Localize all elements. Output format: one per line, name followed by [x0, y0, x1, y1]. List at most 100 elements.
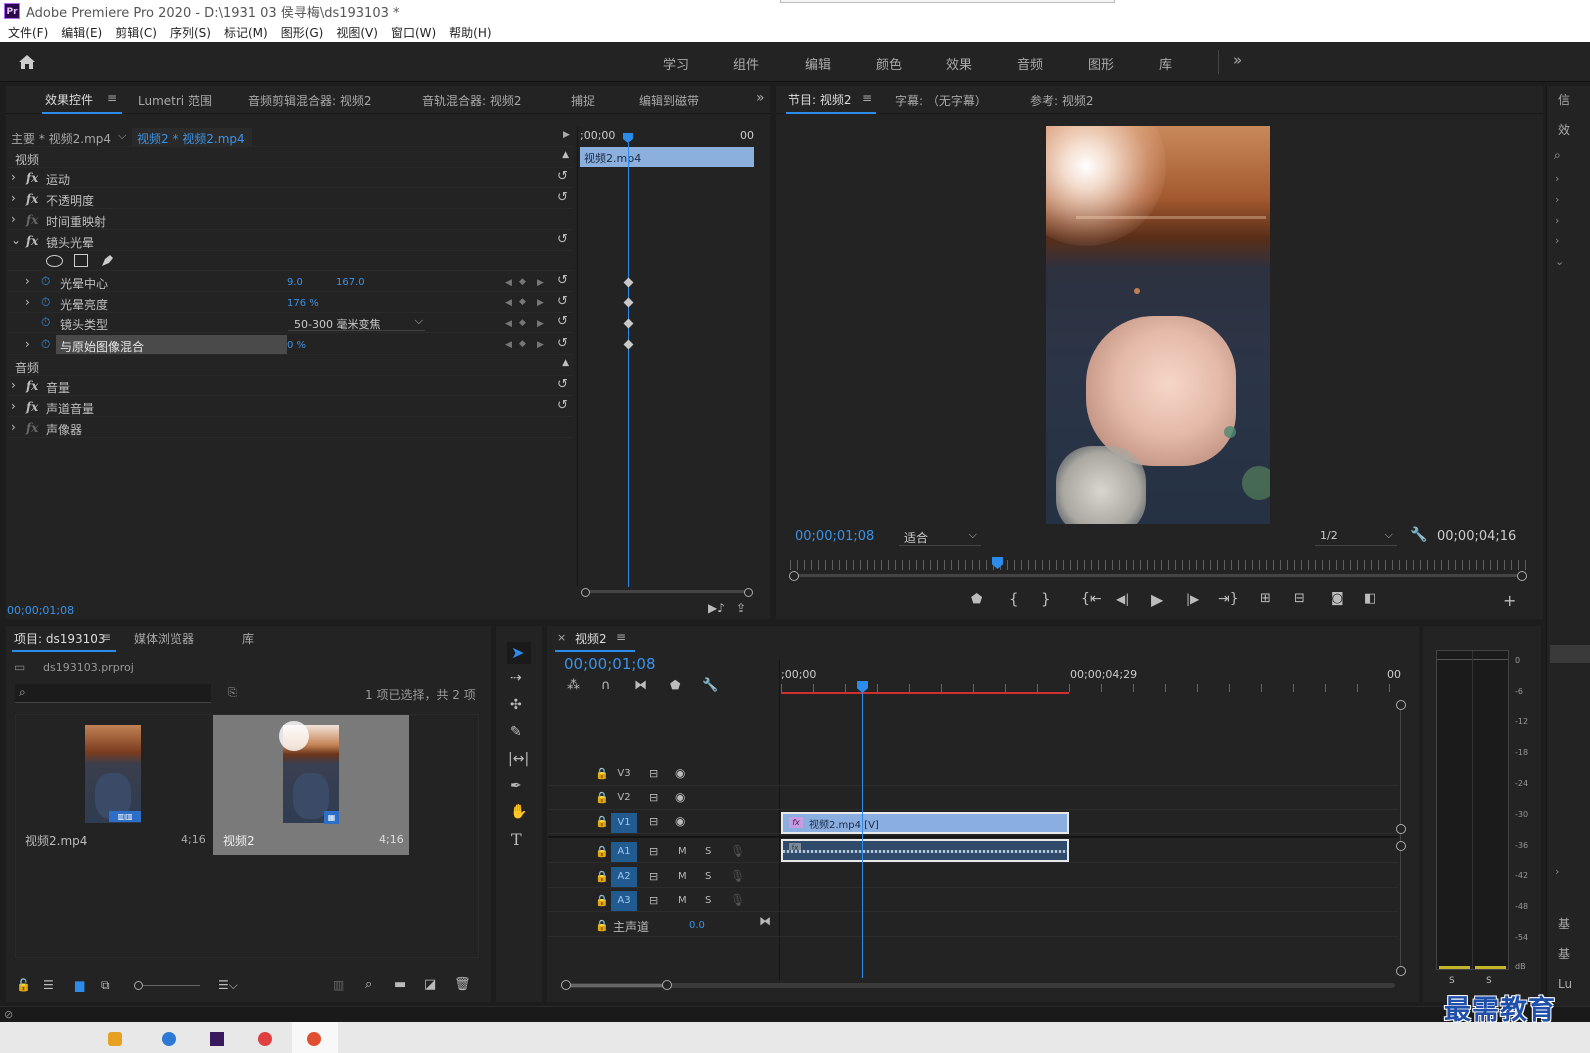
menu-markers[interactable]: 标记(M) — [224, 24, 268, 41]
stopwatch-icon[interactable]: ⏱ — [41, 295, 50, 310]
trash-icon[interactable]: 🗑 — [454, 977, 471, 992]
sync-lock-icon[interactable]: ⊟ — [649, 815, 658, 828]
pen-mask-icon[interactable] — [100, 253, 115, 268]
overwrite-icon[interactable]: ⊟ — [1294, 591, 1305, 606]
timeline-timecode[interactable]: 00;00;01;08 — [564, 655, 656, 673]
solo-button[interactable]: S — [705, 871, 711, 882]
zoom-slider-handle[interactable] — [134, 981, 143, 990]
sync-lock-icon[interactable]: ⊟ — [649, 767, 658, 780]
menu-edit[interactable]: 编辑(E) — [61, 24, 102, 41]
taskbar-premiere-icon[interactable] — [210, 1032, 224, 1046]
workspace-graphics[interactable]: 图形 — [1088, 54, 1114, 73]
upper-tabs-more-button[interactable]: » — [756, 90, 765, 106]
camera-icon[interactable]: ◙ — [1331, 591, 1344, 606]
right-scroll-thumb[interactable] — [1550, 645, 1590, 663]
find-icon[interactable]: ⌕ — [365, 977, 372, 992]
reset-icon[interactable]: ↺ — [557, 336, 568, 351]
right-tab-lumetri[interactable]: Lu — [1558, 977, 1572, 991]
microphone-icon[interactable]: 🎙 — [730, 869, 745, 883]
tab-program-monitor[interactable]: 节目: 视频2 — [788, 91, 852, 108]
freeform-view-icon[interactable]: ⧉ — [101, 978, 110, 993]
slip-tool-icon[interactable]: |↔| — [508, 751, 529, 767]
tab-reference[interactable]: 参考: 视频2 — [1030, 92, 1094, 109]
effect-volume[interactable]: › fx 音量 — [8, 376, 573, 396]
prev-keyframe-icon[interactable]: ◀ — [505, 319, 512, 329]
play-audio-icon[interactable]: ▶♪ — [708, 601, 725, 615]
hand-tool-icon[interactable]: ✋ — [510, 804, 527, 820]
right-tab-effects[interactable]: 效 — [1558, 121, 1570, 138]
effect-opacity[interactable]: › fx 不透明度 — [8, 189, 573, 209]
right-tab-essential-1[interactable]: 基 — [1558, 915, 1570, 932]
track-label-v3[interactable]: V3 — [611, 764, 637, 784]
project-item-sequence[interactable]: ▦ 视频2 4;16 — [213, 715, 409, 855]
comparison-view-icon[interactable]: ◧ — [1364, 591, 1376, 606]
sync-lock-icon[interactable]: ⊟ — [649, 870, 658, 883]
effect-controls-mini-timeline[interactable] — [577, 127, 755, 587]
right-collapse-arrow-icon[interactable]: ⌄ — [1555, 255, 1564, 268]
eye-icon[interactable]: ◉ — [675, 790, 685, 804]
tab-lumetri-scopes[interactable]: Lumetri 范围 — [138, 92, 212, 109]
add-keyframe-icon[interactable]: ◆ — [519, 297, 526, 307]
zoom-handle-right[interactable] — [1517, 571, 1527, 581]
workspace-more-button[interactable]: » — [1233, 51, 1242, 69]
track-label-v2[interactable]: V2 — [611, 788, 637, 808]
tab-audio-track-mixer[interactable]: 音轨混合器: 视频2 — [422, 92, 522, 109]
next-keyframe-icon[interactable]: ▶ — [537, 319, 544, 329]
timeline-close-button[interactable]: × — [557, 631, 566, 644]
menu-view[interactable]: 视图(V) — [336, 24, 378, 41]
add-marker-icon[interactable]: ⬟ — [670, 678, 680, 692]
tab-audio-clip-mixer[interactable]: 音频剪辑混合器: 视频2 — [248, 92, 372, 109]
solo-button[interactable]: S — [705, 846, 711, 857]
right-expand-arrow-icon[interactable]: › — [1555, 234, 1559, 247]
scroll-handle[interactable] — [1396, 700, 1406, 710]
tab-project[interactable]: 项目: ds193103 — [14, 630, 106, 647]
resolution-dropdown[interactable]: 1/2 ⌵ — [1315, 528, 1397, 546]
next-keyframe-icon[interactable]: ▶ — [537, 340, 544, 350]
add-keyframe-icon[interactable]: ◆ — [519, 339, 526, 349]
reset-icon[interactable]: ↺ — [557, 273, 568, 288]
eye-icon[interactable]: ◉ — [675, 814, 685, 828]
effect-controls-menu-icon[interactable]: ≡ — [107, 91, 117, 105]
ripple-edit-tool-icon[interactable]: ✣ — [510, 697, 522, 713]
razor-tool-icon[interactable]: ✎ — [510, 724, 522, 740]
track-label-v1[interactable]: V1 — [611, 813, 637, 833]
audio-clip[interactable]: fx — [781, 839, 1069, 862]
taskbar-app-icon[interactable] — [307, 1032, 321, 1046]
tab-library[interactable]: 库 — [242, 630, 254, 647]
zoom-slider[interactable] — [143, 985, 200, 986]
program-timecode[interactable]: 00;00;01;08 — [795, 529, 874, 544]
mini-timeline-scrollbar[interactable] — [585, 590, 750, 593]
right-expand-arrow-icon[interactable]: › — [1555, 172, 1559, 185]
track-lock-icon[interactable]: 🔒 — [595, 767, 609, 780]
blend-value[interactable]: 0 % — [287, 340, 306, 351]
track-lock-icon[interactable]: 🔒 — [595, 815, 609, 828]
effect-time-remapping[interactable]: › fx 时间重映射 — [8, 210, 573, 230]
track-label-a1[interactable]: A1 — [611, 842, 637, 862]
track-lock-icon[interactable]: 🔒 — [595, 870, 609, 883]
sync-lock-icon[interactable]: ⊟ — [649, 791, 658, 804]
menu-file[interactable]: 文件(F) — [8, 24, 48, 41]
right-tab-essential-2[interactable]: 基 — [1558, 945, 1570, 962]
mute-button[interactable]: M — [678, 871, 687, 882]
menu-graphics[interactable]: 图形(G) — [281, 24, 324, 41]
tab-captions[interactable]: 字幕: （无字幕） — [895, 92, 987, 109]
project-item-clip[interactable]: ▥▥ 视频2.mp4 4;16 — [16, 715, 212, 855]
play-icon[interactable]: ▶ — [1151, 590, 1163, 609]
reset-icon[interactable]: ↺ — [557, 232, 568, 247]
sync-lock-icon[interactable]: ⊟ — [649, 845, 658, 858]
add-keyframe-icon[interactable]: ◆ — [519, 318, 526, 328]
effect-lens-flare[interactable]: ⌄ fx 镜头光晕 — [8, 231, 573, 251]
selection-tool-icon[interactable]: ➤ — [511, 643, 524, 662]
workspace-color[interactable]: 颜色 — [876, 54, 902, 73]
menu-window[interactable]: 窗口(W) — [391, 24, 436, 41]
menu-help[interactable]: 帮助(H) — [449, 24, 491, 41]
program-time-ruler[interactable] — [790, 560, 1526, 570]
fit-dropdown[interactable]: 适合 ⌵ — [899, 528, 981, 546]
button-editor-plus-icon[interactable]: + — [1503, 591, 1516, 610]
reset-icon[interactable]: ↺ — [557, 314, 568, 329]
horizontal-scrollbar[interactable] — [565, 983, 1395, 988]
sync-lock-icon[interactable]: ⊟ — [649, 894, 658, 907]
effect-motion[interactable]: › fx 运动 — [8, 168, 573, 188]
zoom-handle-left[interactable] — [789, 571, 799, 581]
flare-brightness-value[interactable]: 176 % — [287, 298, 319, 309]
